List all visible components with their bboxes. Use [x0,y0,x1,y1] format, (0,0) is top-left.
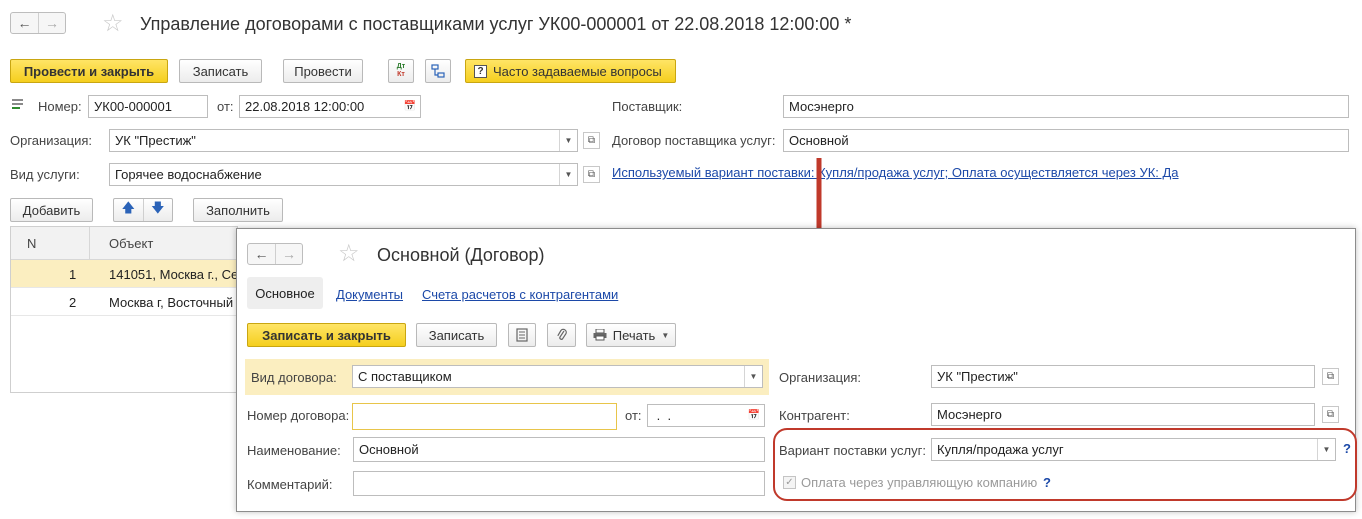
table-header: N Объект [11,227,237,260]
popup-title: Основной (Договор) [377,245,545,265]
contract-kind-input[interactable]: С поставщиком ▼ [352,365,763,388]
save-and-close-button[interactable]: Записать и закрыть [247,323,406,347]
organization-label: Организация: [10,133,93,148]
supplier-label: Поставщик: [612,99,683,114]
delivery-variant-input[interactable]: Купля/продажа услуг ▼ [931,438,1336,461]
document-number-icon [12,98,28,110]
row-number: 1 [69,267,77,282]
contract-date-label: от: [625,408,642,423]
tab-settlement-accounts[interactable]: Счета расчетов с контрагентами [422,287,618,302]
contract-number-label: Номер договора: [247,408,350,423]
popup-organization-input[interactable]: УК "Престиж" [931,365,1315,388]
tab-main[interactable]: Основное [247,277,323,309]
supplier-input[interactable]: Мосэнерго [783,95,1349,118]
structure-icon[interactable] [425,59,451,83]
back-arrow-icon[interactable]: ← [11,13,38,33]
service-input[interactable]: Горячее водоснабжение ▼ [109,163,578,186]
row-object: Москва г, Восточный [109,295,234,310]
objects-table: N Объект 1 141051, Москва г., Се 2 Москв… [10,226,238,393]
counterparty-input[interactable]: Мосэнерго [931,403,1315,426]
list-icon[interactable] [508,323,536,347]
supplier-contract-input[interactable]: Основной [783,129,1349,152]
table-row[interactable]: 2 Москва г, Восточный [11,288,237,316]
dropdown-arrow-icon[interactable]: ▼ [559,164,577,185]
service-value: Горячее водоснабжение [115,167,262,182]
popup-save-button[interactable]: Записать [416,323,497,347]
forward-arrow-icon[interactable]: → [38,13,65,33]
print-label: Печать [612,327,656,343]
attachment-icon[interactable] [547,323,576,347]
comment-label: Комментарий: [247,477,333,492]
dropdown-arrow-icon[interactable]: ▼ [559,130,577,151]
open-icon[interactable]: ⧉ [1322,368,1339,385]
favorite-star-icon[interactable]: ☆ [338,242,360,266]
contract-number-input[interactable] [352,403,617,430]
structure-svg [431,64,445,78]
payment-via-uk-label: Оплата через управляющую компанию [801,475,1038,490]
help-icon[interactable]: ? [1343,441,1351,456]
supplier-contract-label: Договор поставщика услуг: [612,133,776,148]
dropdown-arrow-icon[interactable]: ▼ [1317,439,1335,460]
contract-date-input[interactable]: . . 📅 [647,404,765,427]
column-divider [89,227,90,260]
post-and-close-button[interactable]: Провести и закрыть [10,59,168,83]
organization-input[interactable]: УК "Престиж" ▼ [109,129,578,152]
contract-kind-value: С поставщиком [358,369,452,384]
column-header-object: Объект [109,236,154,251]
date-value: 22.08.2018 12:00:00 [245,99,365,114]
counterparty-label: Контрагент: [779,408,850,423]
service-label: Вид услуги: [10,167,80,182]
contract-date-value: . . [653,408,672,423]
open-icon[interactable]: ⧉ [583,166,600,183]
contract-name-input[interactable]: Основной [353,437,765,462]
delivery-variant-label: Вариант поставки услуг: [779,443,926,458]
save-button[interactable]: Записать [179,59,262,83]
number-input[interactable]: УК00-000001 [88,95,208,118]
window-title: Управление договорами с поставщиками усл… [140,14,852,34]
question-icon: ? [474,64,487,78]
delivery-variant-value: Купля/продажа услуг [937,442,1064,457]
chevron-down-icon: ▼ [661,330,670,340]
row-object: 141051, Москва г., Се [109,267,237,282]
number-label: Номер: [38,99,82,114]
favorite-star-icon[interactable]: ☆ [102,12,124,36]
print-button[interactable]: Печать ▼ [586,323,676,347]
contract-kind-label: Вид договора: [251,370,337,385]
nav-buttons: ← → [10,12,66,34]
open-icon[interactable]: ⧉ [583,132,600,149]
forward-arrow-icon[interactable]: → [275,244,302,264]
comment-input[interactable] [353,471,765,496]
payment-via-uk-checkbox[interactable]: ✓ [783,476,796,489]
move-up-icon[interactable]: 🡅 [114,199,143,221]
dropdown-arrow-icon[interactable]: ▼ [744,366,762,387]
contract-popup: ← → ☆ Основной (Договор) Основное Докуме… [236,228,1357,512]
contract-name-label: Наименование: [247,443,341,458]
move-buttons: 🡅 🡇 [113,198,173,222]
post-button[interactable]: Провести [283,59,363,83]
column-header-n: N [27,236,37,251]
popup-nav-buttons: ← → [247,243,303,265]
calendar-icon[interactable]: 📅 [744,405,764,426]
popup-organization-label: Организация: [779,370,862,385]
organization-value: УК "Престиж" [115,133,196,148]
printer-icon [593,329,607,341]
delivery-variant-link[interactable]: Используемый вариант поставки: Купля/про… [612,165,1179,180]
back-arrow-icon[interactable]: ← [248,244,275,264]
help-icon[interactable]: ? [1043,475,1051,490]
fill-button[interactable]: Заполнить [193,198,283,222]
calendar-icon[interactable]: 📅 [400,96,420,117]
date-input[interactable]: 22.08.2018 12:00:00 📅 [239,95,421,118]
tab-documents[interactable]: Документы [336,287,403,302]
move-down-icon[interactable]: 🡇 [142,199,173,221]
table-row[interactable]: 1 141051, Москва г., Се [11,260,237,288]
faq-label: Часто задаваемые вопросы [493,63,662,79]
add-button[interactable]: Добавить [10,198,93,222]
faq-button[interactable]: ? Часто задаваемые вопросы [465,59,676,83]
row-number: 2 [69,295,77,310]
open-icon[interactable]: ⧉ [1322,406,1339,423]
date-label: от: [217,99,234,114]
dt-kt-icon[interactable]: Дт Кт [388,59,414,83]
